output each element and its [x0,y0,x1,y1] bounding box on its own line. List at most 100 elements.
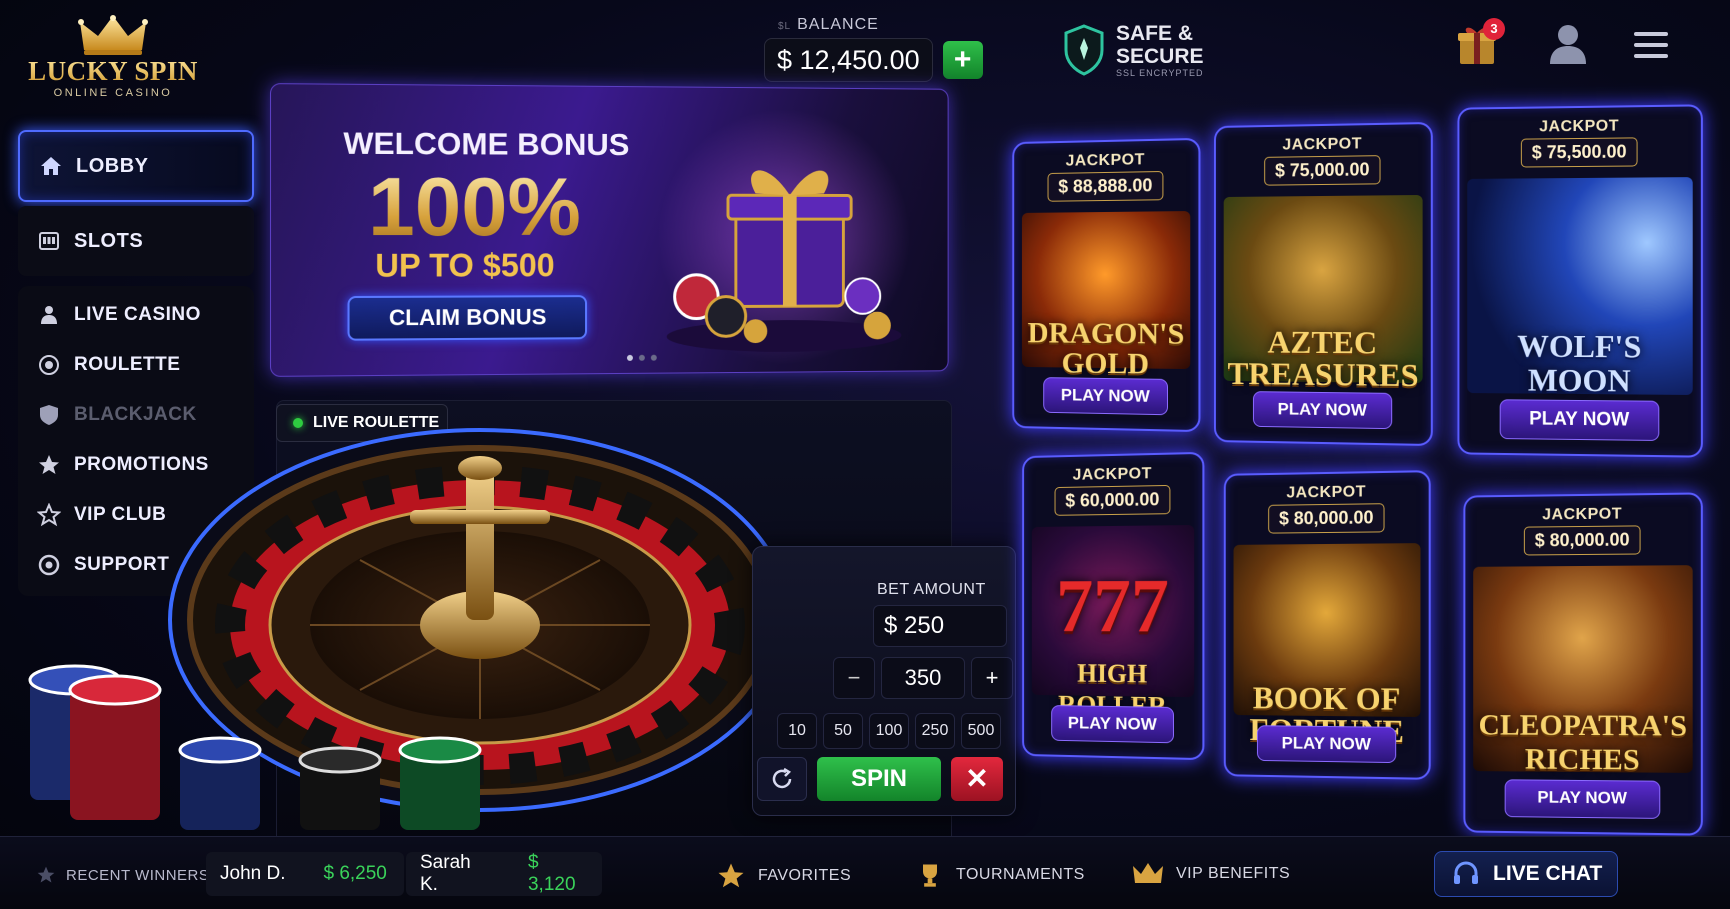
balance-box: $ 12,450.00 + [764,38,983,82]
crown-icon [78,15,148,55]
jackpot-value: $ 60,000.00 [1054,484,1171,516]
cancel-bet-button[interactable]: ✕ [951,757,1003,801]
sidebar-item-live-casino[interactable]: LIVE CASINO [18,290,254,340]
user-profile-icon[interactable] [1545,20,1591,66]
star-badge-icon [36,452,62,478]
favorites-label: FAVORITES [758,867,852,884]
game-title-line-2: GOLD [1061,346,1150,381]
winner-name: Sarah K. [420,852,471,895]
game-card-aztec-treasures[interactable]: JACKPOT $ 75,000.00 AZTEC TREASURES PLAY… [1213,121,1433,447]
live-chat-button[interactable]: LIVE CHAT [1434,851,1618,897]
sidebar-item-lobby[interactable]: LOBBY [18,130,254,202]
jackpot-label: JACKPOT [1065,151,1145,170]
quick-bet-button[interactable]: 50 [823,713,863,749]
banner-percent: 100% [368,161,581,254]
banner-subtitle: UP TO $500 [375,247,555,284]
add-funds-button[interactable]: + [942,41,983,79]
quick-bet-button[interactable]: 10 [777,713,817,749]
game-title-line-1: CLEOPATRA'S [1478,708,1688,743]
winner-entry: Sarah K. $ 3,120 [406,852,602,896]
roulette-icon [36,352,62,378]
jackpot-label: JACKPOT [1542,505,1622,524]
favorites-link[interactable]: FAVORITES [716,861,851,891]
carousel-dot[interactable] [626,354,633,361]
jackpot-label: JACKPOT [1539,117,1619,136]
sidebar-item-slots[interactable]: SLOTS [18,206,254,276]
game-card-cleopatras-riches[interactable]: JACKPOT $ 80,000.00 CLEOPATRA'S RICHES P… [1463,492,1703,836]
jackpot-value: $ 80,000.00 [1268,503,1385,534]
star-icon [718,863,744,888]
gift-button[interactable]: 3 [1455,18,1505,68]
game-card-high-roller[interactable]: JACKPOT $ 60,000.00 777 HIGH ROLLER PLAY… [1022,451,1205,761]
tournaments-label: TOURNAMENTS [956,866,1085,883]
quick-bet-button[interactable]: 500 [961,713,1001,749]
quick-bet-button[interactable]: 250 [915,713,955,749]
safe-secure-badge: SAFE & SECURE SSL ENCRYPTED [1062,22,1204,78]
bet-amount-label: BET AMOUNT [877,581,986,598]
quick-bet-button[interactable]: 100 [869,713,909,749]
jackpot-value: $ 75,000.00 [1264,155,1381,186]
shield-card-icon [36,402,62,428]
casino-chips-stack [28,664,482,830]
sidebar-item-label: VIP CLUB [74,504,167,525]
play-now-button[interactable]: PLAY NOW [1043,377,1169,416]
game-card-dragons-gold[interactable]: JACKPOT $ 88,888.00 DRAGON'S GOLD PLAY N… [1012,137,1201,433]
recent-winners-label: RECENT WINNERS [66,866,210,884]
claim-bonus-button[interactable]: CLAIM BONUS [347,295,588,341]
game-title-line-2: TREASURES [1227,355,1419,394]
secure-subtitle: SSL ENCRYPTED [1116,68,1204,78]
crown-icon [1133,863,1163,883]
carousel-dot[interactable] [650,354,657,361]
balance-amount: $ 12,450.00 [764,38,933,82]
bet-amount-input[interactable]: $ 250 [873,605,1007,647]
bet-increase-button[interactable]: + [971,657,1013,699]
carousel-dot[interactable] [638,354,645,361]
sidebar-item-label: LOBBY [76,154,149,177]
support-icon [36,552,62,578]
brand-logo[interactable]: LUCKY SPIN ONLINE CASINO [28,14,198,99]
secure-title-2: SECURE [1116,45,1204,68]
secure-title-1: SAFE & [1116,22,1194,45]
welcome-bonus-banner[interactable]: WELCOME BONUS 100% UP TO $500 CLAIM BONU… [269,83,949,377]
tournaments-link[interactable]: TOURNAMENTS [916,861,1085,889]
bet-panel: BET AMOUNT $ 250 − 350 + 10 50 100 250 5… [752,546,1016,816]
jackpot-value: $ 75,500.00 [1520,137,1638,168]
game-title-line-1: DRAGON'S [1027,316,1185,351]
vip-benefits-label: VIP BENEFITS [1176,865,1291,882]
brand-tagline: ONLINE CASINO [53,87,173,99]
jackpot-value: $ 88,888.00 [1047,170,1164,202]
secure-text: SAFE & SECURE SSL ENCRYPTED [1116,22,1204,78]
refresh-icon [772,767,792,789]
vip-benefits-link[interactable]: VIP BENEFITS [1132,861,1290,887]
spin-button[interactable]: SPIN [817,757,941,801]
game-title-line-1: BOOK OF [1252,679,1401,717]
hamburger-menu-icon[interactable] [1632,28,1672,62]
jackpot-label: JACKPOT [1282,135,1362,154]
sidebar-item-label: SLOTS [74,229,144,252]
game-card-book-of-fortune[interactable]: JACKPOT $ 80,000.00 BOOK OF FORTUNE PLAY… [1223,470,1431,780]
brand-name: LUCKY SPIN [28,56,198,86]
winner-amount: $ 3,120 [527,852,576,895]
winner-name: John D. [220,863,286,884]
casino-app: LUCKY SPIN ONLINE CASINO $L BALANCE $ 12,… [0,0,1730,909]
winner-entry: John D. $ 6,250 [206,852,404,896]
game-card-wolfs-moon[interactable]: JACKPOT $ 75,500.00 WOLF'S MOON PLAY NOW [1457,104,1703,458]
bet-decrease-button[interactable]: − [833,657,875,699]
bet-stepper-value[interactable]: 350 [881,657,965,699]
sidebar-item-roulette[interactable]: ROULETTE [18,340,254,390]
sidebar-item-label: LIVE CASINO [74,304,201,325]
refresh-button[interactable] [757,757,807,801]
play-now-button[interactable]: PLAY NOW [1256,725,1397,764]
sidebar-item-label: ROULETTE [74,354,181,375]
game-title-line-1: 777 [1056,563,1169,649]
play-now-button[interactable]: PLAY NOW [1499,399,1660,441]
vip-star-icon [36,502,62,528]
bet-actions: SPIN ✕ [757,757,1003,801]
play-now-button[interactable]: PLAY NOW [1051,705,1174,744]
bet-stepper: − 350 + [833,657,1013,699]
play-now-button[interactable]: PLAY NOW [1252,391,1393,430]
trophy-star-icon [37,866,55,883]
play-now-button[interactable]: PLAY NOW [1504,779,1661,819]
game-title-line-1: AZTEC [1267,323,1378,361]
sidebar-item-label: SUPPORT [74,554,170,575]
